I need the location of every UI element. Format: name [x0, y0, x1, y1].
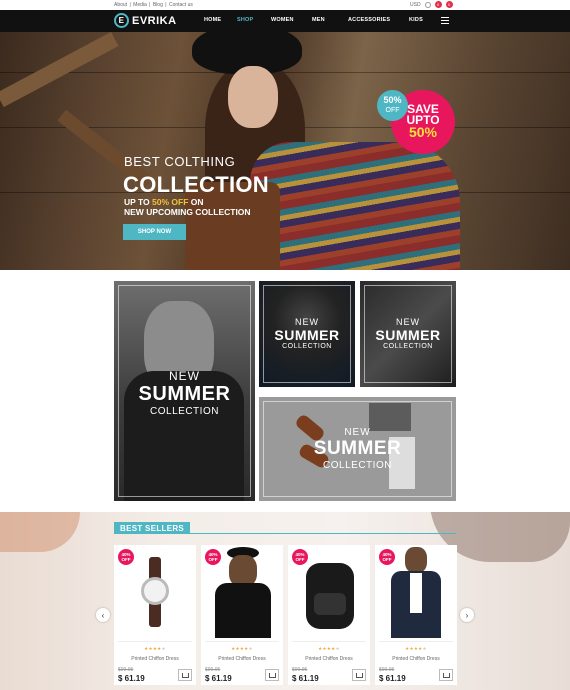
product-old-price: $99.95 [118, 667, 134, 673]
rating-stars: ★★★★★ [231, 646, 253, 651]
product-name[interactable]: Printed Chiffon Dress [288, 656, 370, 662]
cart-icon [442, 672, 450, 678]
product-old-price: $99.95 [205, 667, 221, 673]
hero-offer-line: UP TO 50% OFF ON [124, 197, 204, 207]
cart-icon [181, 672, 189, 678]
brand-logo-mark: E [114, 13, 129, 28]
nav-item-men[interactable]: MEN [312, 17, 325, 23]
product-old-price: $99.95 [379, 667, 395, 673]
collection-caption: NEW SUMMER COLLECTION [138, 369, 231, 417]
top-utility-bar: About | Media | Blog | Contact us USD 0 … [0, 0, 570, 10]
add-to-cart-button[interactable] [439, 669, 453, 681]
wishlist-count-badge[interactable]: 0 [434, 1, 442, 8]
sale-badge: 40% OFF [205, 549, 221, 565]
product-old-price: $99.95 [292, 667, 308, 673]
sale-badge: 40% OFF [118, 549, 134, 565]
brand-name: EVRIKA [132, 14, 177, 27]
chevron-left-icon[interactable]: ‹ [96, 608, 110, 622]
collection-tile-accessories[interactable]: NEW SUMMER COLLECTION [259, 397, 456, 501]
collection-tile-suit[interactable]: NEW SUMMER COLLECTION [360, 281, 456, 387]
nav-item-accessories[interactable]: ACCESSORIES [348, 17, 390, 23]
nav-item-shop[interactable]: SHOP [237, 17, 253, 23]
product-price: $ 61.19 [292, 674, 319, 683]
product-name[interactable]: Printed Chiffon Dress [375, 656, 457, 662]
hero-banner: BEST COLTHING COLLECTION UP TO 50% OFF O… [0, 32, 570, 270]
cart-icon [355, 672, 363, 678]
product-price: $ 61.19 [118, 674, 145, 683]
rating-stars: ★★★★★ [405, 646, 427, 651]
add-to-cart-button[interactable] [265, 669, 279, 681]
hero-offer-caption: NEW UPCOMING COLLECTION [124, 207, 251, 217]
rating-stars: ★★★★★ [318, 646, 340, 651]
hero-chair-image [0, 32, 119, 108]
product-name[interactable]: Printed Chiffon Dress [114, 656, 196, 662]
rating-stars: ★★★★★ [144, 646, 166, 651]
top-link-media[interactable]: Media [133, 2, 147, 8]
hamburger-icon[interactable] [441, 17, 449, 25]
sale-badge: 40% OFF [379, 549, 395, 565]
product-name[interactable]: Printed Chiffon Dress [201, 656, 283, 662]
top-link-about[interactable]: About [114, 2, 127, 8]
add-to-cart-button[interactable] [178, 669, 192, 681]
user-icon[interactable] [424, 1, 431, 8]
shop-now-button[interactable]: SHOP NOW [123, 224, 186, 240]
collection-caption: NEW SUMMER COLLECTION [313, 427, 402, 471]
add-to-cart-button[interactable] [352, 669, 366, 681]
hero-offer-highlight: 50% OFF [152, 197, 189, 207]
product-card[interactable]: 40% OFF ★★★★★ Printed Chiffon Dress $99.9… [201, 545, 283, 685]
nav-item-home[interactable]: HOME [204, 17, 221, 23]
collection-tile-men-jacket[interactable]: NEW SUMMER COLLECTION [114, 281, 255, 501]
top-links: About | Media | Blog | Contact us [114, 2, 193, 8]
cart-count-badge[interactable]: 0 [445, 1, 453, 8]
hero-subheading: BEST COLTHING [124, 154, 236, 169]
product-card[interactable]: 40% OFF ★★★★★ Printed Chiffon Dress $99.9… [288, 545, 370, 685]
sale-badge: 40% OFF [292, 549, 308, 565]
brand-logo[interactable]: E EVRIKA [114, 13, 177, 28]
best-sellers-section [0, 512, 570, 690]
main-navigation: E EVRIKA HOME SHOP WOMEN MEN ACCESSORIES… [0, 10, 570, 32]
top-link-blog[interactable]: Blog [153, 2, 163, 8]
product-price: $ 61.19 [379, 674, 406, 683]
collection-caption: NEW SUMMER COLLECTION [375, 317, 441, 350]
collection-tile-hoodie[interactable]: NEW SUMMER COLLECTION [259, 281, 355, 387]
cart-icon [268, 672, 276, 678]
currency-selector[interactable]: USD [410, 2, 421, 8]
product-card[interactable]: 40% OFF ★★★★★ Printed Chiffon Dress $99.9… [375, 545, 457, 685]
product-price: $ 61.19 [205, 674, 232, 683]
top-link-contact[interactable]: Contact us [169, 2, 193, 8]
nav-item-women[interactable]: WOMEN [271, 17, 294, 23]
discount-badge: 50% OFF [377, 90, 408, 121]
top-right-controls: USD 0 0 [410, 1, 453, 8]
nav-item-kids[interactable]: KIDS [409, 17, 423, 23]
collection-caption: NEW SUMMER COLLECTION [274, 317, 340, 350]
chevron-right-icon[interactable]: › [460, 608, 474, 622]
hero-heading: COLLECTION [123, 172, 269, 197]
product-card[interactable]: 40% OFF ★★★★★ Printed Chiffon Dress $99.9… [114, 545, 196, 685]
